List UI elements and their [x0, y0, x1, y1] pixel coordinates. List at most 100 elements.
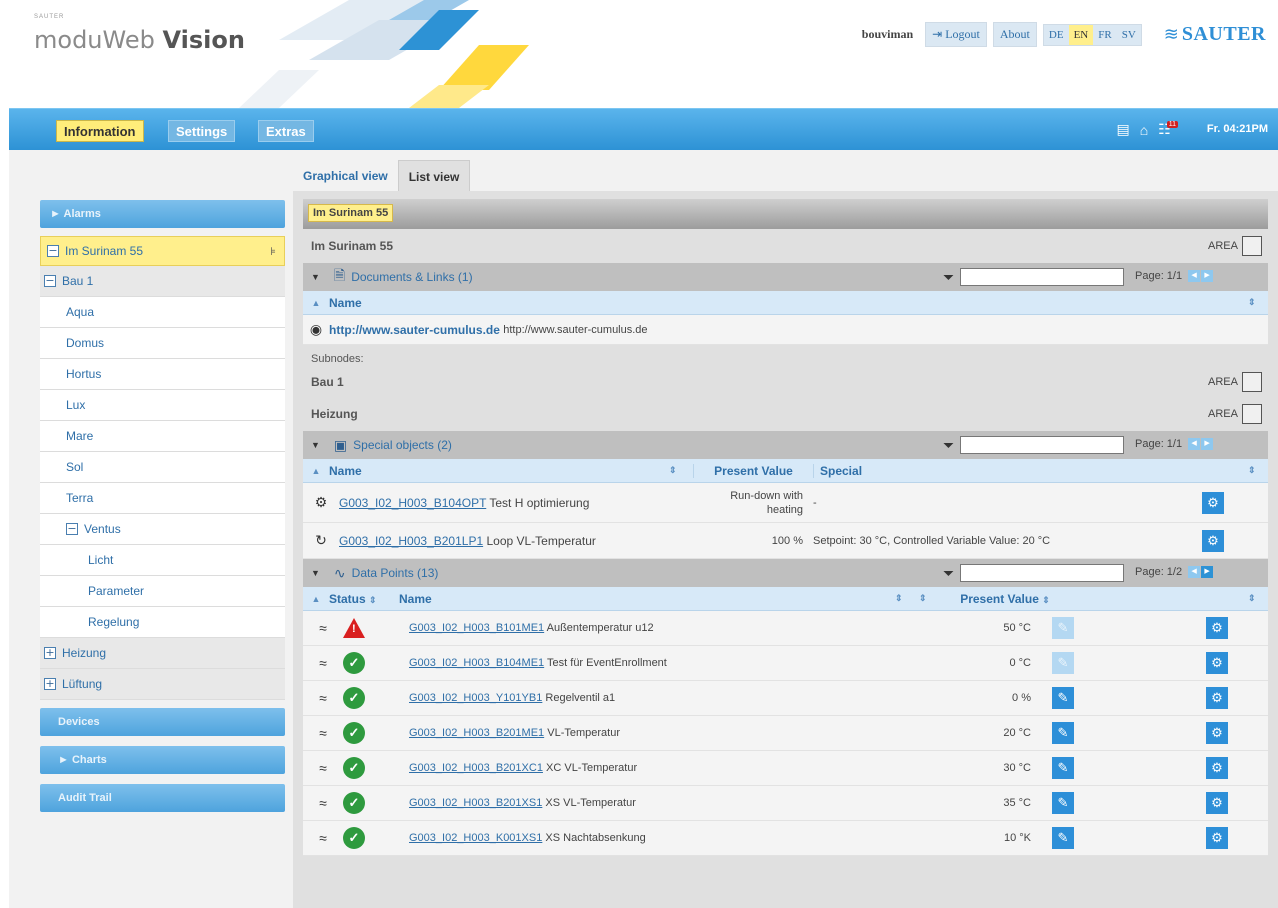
area-checkbox[interactable]: [1242, 372, 1262, 392]
sort-icon[interactable]: ⇕: [919, 593, 943, 604]
sidebar-item-mare[interactable]: Mare: [40, 421, 285, 452]
collapse-triangle-icon[interactable]: ▼: [311, 440, 320, 450]
subnode-row[interactable]: Bau 1 AREA: [303, 367, 1268, 397]
lang-en[interactable]: EN: [1068, 24, 1094, 45]
prev-page-icon[interactable]: ◀: [1188, 438, 1201, 450]
edit-pencil-icon[interactable]: ✎: [1052, 757, 1074, 779]
special-objects-section-header[interactable]: ▼ ▣ Special objects (2) ⏷ Page: 1/1 ◀ ▶: [303, 431, 1268, 459]
filter-icon[interactable]: ⏷: [943, 269, 954, 286]
col-present-value[interactable]: Present Value: [693, 463, 813, 478]
breadcrumb-item[interactable]: Im Surinam 55: [308, 204, 394, 222]
configure-object-icon[interactable]: ⚙: [1206, 757, 1228, 779]
sidebar-item-regelung[interactable]: Regelung: [40, 607, 285, 638]
sort-icon[interactable]: ⇕: [895, 593, 919, 604]
data-point-id-link[interactable]: G003_I02_H003_B201XS1: [409, 797, 542, 809]
alarm-bell-icon[interactable]: ☷11: [1158, 121, 1178, 138]
edit-pencil-icon[interactable]: ✎: [1052, 792, 1074, 814]
lang-de[interactable]: DE: [1044, 25, 1069, 45]
sidebar-audit-trail-button[interactable]: Audit Trail: [40, 784, 285, 812]
tab-list-view[interactable]: List view: [397, 160, 471, 192]
sidebar-item-l-ftung[interactable]: + Lüftung: [40, 669, 285, 700]
configure-object-icon[interactable]: ⚙: [1206, 652, 1228, 674]
sidebar-devices-button[interactable]: Devices: [40, 708, 285, 736]
special-filter-input[interactable]: [960, 436, 1125, 454]
sort-asc-icon[interactable]: ▲: [303, 298, 329, 308]
configure-object-icon[interactable]: ⚙: [1206, 722, 1228, 744]
configure-object-icon[interactable]: ⚙: [1202, 491, 1224, 514]
collapse-icon[interactable]: −: [47, 245, 59, 257]
sidebar-item-ventus[interactable]: − Ventus: [40, 514, 285, 545]
next-page-icon[interactable]: ▶: [1201, 438, 1214, 450]
subnode-label[interactable]: Heizung: [311, 407, 358, 421]
sidebar-alarms-button[interactable]: ► Alarms: [40, 200, 285, 228]
tab-extras[interactable]: Extras: [258, 120, 314, 142]
configure-object-icon[interactable]: ⚙: [1206, 827, 1228, 849]
sidebar-item-terra[interactable]: Terra: [40, 483, 285, 514]
area-checkbox[interactable]: [1242, 236, 1262, 256]
datapoints-filter-input[interactable]: [960, 564, 1125, 582]
tab-settings[interactable]: Settings: [168, 120, 236, 142]
sidebar-item-hortus[interactable]: Hortus: [40, 359, 285, 390]
configure-object-icon[interactable]: ⚙: [1202, 529, 1224, 552]
sort-icon[interactable]: ⇕: [1248, 465, 1268, 476]
logout-button[interactable]: ⇥ Logout: [925, 22, 987, 47]
data-point-id-link[interactable]: G003_I02_H003_B104ME1: [409, 657, 544, 669]
sidebar-item-lux[interactable]: Lux: [40, 390, 285, 421]
collapse-icon[interactable]: −: [66, 523, 78, 535]
filter-icon[interactable]: ⏷: [943, 437, 954, 454]
data-point-id-link[interactable]: G003_I02_H003_K001XS1: [409, 832, 542, 844]
data-point-id-link[interactable]: G003_I02_H003_B201ME1: [409, 727, 544, 739]
documents-filter-input[interactable]: [960, 268, 1125, 286]
data-point-id-link[interactable]: G003_I02_H003_B101ME1: [409, 622, 544, 634]
tree-root-item[interactable]: − Im Surinam 55 ⊧: [40, 236, 285, 266]
expand-icon[interactable]: +: [44, 678, 56, 690]
filter-icon[interactable]: ⏷: [943, 565, 954, 582]
tab-information[interactable]: Information: [56, 120, 144, 142]
sidebar-charts-button[interactable]: ► Charts: [40, 746, 285, 774]
sort-asc-icon[interactable]: ▲: [303, 466, 329, 476]
sort-icon[interactable]: ⇕: [669, 465, 693, 476]
col-present-value[interactable]: Present Value ⇕: [943, 592, 1067, 606]
data-point-id-link[interactable]: G003_I02_H003_Y101YB1: [409, 692, 542, 704]
datapoints-section-header[interactable]: ▼ ∿ Data Points (13) ⏷ Page: 1/2 ◀ ▶: [303, 559, 1268, 587]
edit-pencil-icon[interactable]: ✎: [1052, 617, 1074, 639]
configure-object-icon[interactable]: ⚙: [1206, 792, 1228, 814]
col-name[interactable]: Name: [329, 464, 669, 478]
col-name[interactable]: Name: [399, 592, 895, 606]
sidebar-item-domus[interactable]: Domus: [40, 328, 285, 359]
sidebar-item-licht[interactable]: Licht: [40, 545, 285, 576]
tree-structure-icon[interactable]: ⊧: [270, 245, 276, 258]
sort-icon[interactable]: ⇕: [1248, 297, 1268, 308]
about-button[interactable]: About: [992, 22, 1037, 47]
area-checkbox[interactable]: [1242, 404, 1262, 424]
sort-asc-icon[interactable]: ▲: [303, 594, 329, 604]
col-status[interactable]: Status ⇕: [329, 592, 399, 606]
tab-graphical-view[interactable]: Graphical view: [293, 160, 398, 192]
subnode-label[interactable]: Bau 1: [311, 375, 344, 389]
subnode-row[interactable]: Heizung AREA: [303, 397, 1268, 431]
edit-pencil-icon[interactable]: ✎: [1052, 687, 1074, 709]
sidebar-item-sol[interactable]: Sol: [40, 452, 285, 483]
col-name[interactable]: Name: [329, 296, 1248, 310]
col-special[interactable]: Special: [813, 463, 1248, 478]
next-page-icon[interactable]: ▶: [1201, 270, 1214, 282]
collapse-icon[interactable]: −: [44, 275, 56, 287]
building-icon[interactable]: ⌂: [1140, 122, 1148, 138]
object-id-link[interactable]: G003_I02_H003_B104OPT: [339, 496, 486, 510]
configure-object-icon[interactable]: ⚙: [1206, 617, 1228, 639]
configure-object-icon[interactable]: ⚙: [1206, 687, 1228, 709]
sort-icon[interactable]: ⇕: [1248, 593, 1268, 604]
sidebar-item-parameter[interactable]: Parameter: [40, 576, 285, 607]
prev-page-icon[interactable]: ◀: [1188, 270, 1201, 282]
lang-sv[interactable]: SV: [1117, 25, 1141, 45]
edit-pencil-icon[interactable]: ✎: [1052, 827, 1074, 849]
document-icon[interactable]: ▤: [1116, 121, 1129, 138]
prev-page-icon[interactable]: ◀: [1188, 566, 1201, 578]
data-point-id-link[interactable]: G003_I02_H003_B201XC1: [409, 762, 543, 774]
sidebar-item-aqua[interactable]: Aqua: [40, 297, 285, 328]
collapse-triangle-icon[interactable]: ▼: [311, 272, 320, 282]
lang-fr[interactable]: FR: [1093, 25, 1116, 45]
sidebar-item-heizung[interactable]: + Heizung: [40, 638, 285, 669]
next-page-icon[interactable]: ▶: [1201, 566, 1214, 578]
sidebar-item-bau-1[interactable]: − Bau 1: [40, 266, 285, 297]
